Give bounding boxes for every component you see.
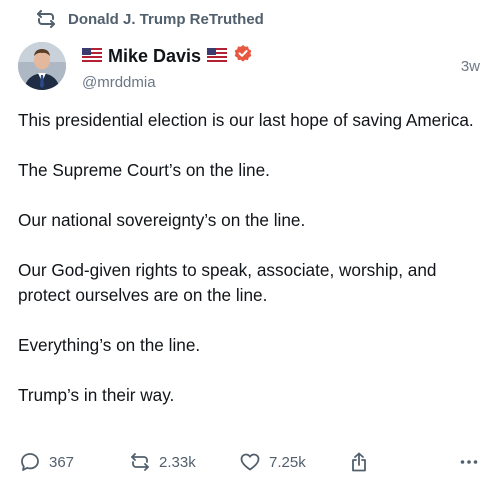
post-header: Mike Davis @mrddmia 3w: [18, 40, 482, 92]
retruth-label: Donald J. Trump ReTruthed: [68, 10, 264, 28]
post-paragraph: The Supreme Court’s on the line.: [18, 160, 270, 180]
heart-icon: [240, 453, 260, 471]
post-paragraph: Everything’s on the line.: [18, 335, 201, 355]
us-flag-icon: [207, 46, 228, 67]
us-flag-icon: [82, 46, 102, 67]
post-timestamp[interactable]: 3w: [461, 58, 480, 75]
author-block: Mike Davis @mrddmia: [82, 44, 253, 91]
retruth-count: 2.33k: [159, 453, 196, 471]
post-paragraph: Trump’s in their way.: [18, 385, 175, 405]
verified-badge-icon: [233, 44, 253, 69]
like-button[interactable]: 7.25k: [240, 450, 306, 474]
post-actions: 367 2.33k 7.25k: [18, 450, 482, 474]
avatar[interactable]: [18, 42, 66, 90]
retruth-banner[interactable]: Donald J. Trump ReTruthed: [36, 10, 264, 28]
share-button[interactable]: [350, 450, 368, 474]
post-paragraph: Our God-given rights to speak, associate…: [18, 260, 437, 305]
author-display-name: Mike Davis: [108, 46, 202, 66]
author-handle[interactable]: @mrddmia: [82, 74, 253, 91]
post-paragraph: Our national sovereignty’s on the line.: [18, 210, 306, 230]
retruth-icon: [36, 10, 56, 28]
more-dots-icon: [460, 459, 478, 465]
author-name-line[interactable]: Mike Davis: [82, 44, 253, 69]
share-icon: [350, 452, 368, 472]
retruth-icon: [130, 453, 150, 471]
like-count: 7.25k: [269, 453, 306, 471]
post-body: This presidential election is our last h…: [18, 108, 478, 433]
reply-button[interactable]: 367: [20, 450, 74, 474]
more-options-button[interactable]: [460, 450, 478, 474]
retruth-button[interactable]: 2.33k: [130, 450, 196, 474]
post-paragraph: This presidential election is our last h…: [18, 110, 474, 130]
reply-icon: [20, 452, 40, 472]
reply-count: 367: [49, 453, 75, 471]
